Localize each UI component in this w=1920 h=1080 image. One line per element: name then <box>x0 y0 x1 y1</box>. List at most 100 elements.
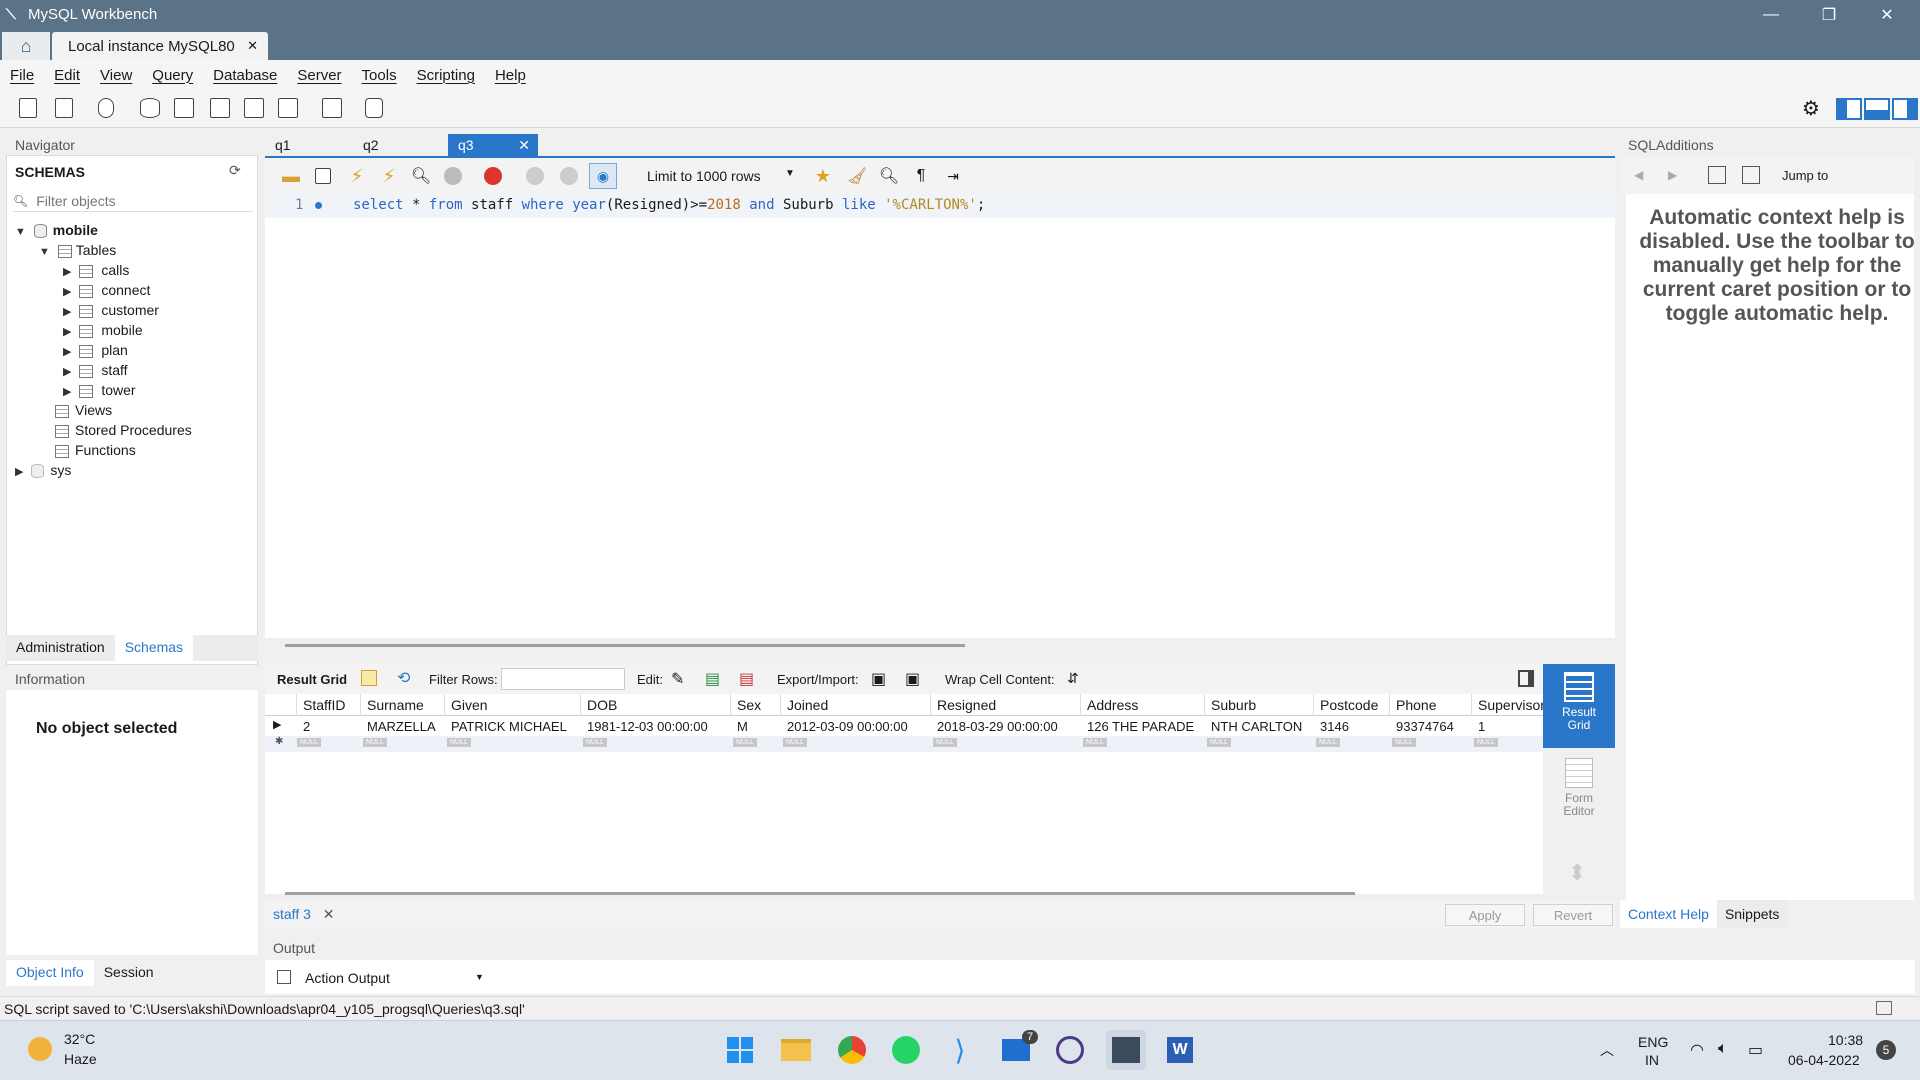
stop-icon[interactable] <box>439 163 467 189</box>
table-cell[interactable]: 126 THE PARADE <box>1081 719 1205 734</box>
editor-hscrollbar[interactable] <box>285 644 965 647</box>
new-row[interactable]: ✱ NULL NULL NULL NULL NULL NULL NULL NUL… <box>265 736 1543 752</box>
menu-edit[interactable]: Edit <box>54 67 80 84</box>
inspector-icon[interactable] <box>92 95 120 121</box>
output-selector[interactable]: Action Output <box>305 970 390 986</box>
result-grid-view-button[interactable]: Result Grid <box>1543 664 1615 748</box>
table-cell[interactable]: 2018-03-29 00:00:00 <box>931 719 1081 734</box>
collapse-arrow-icon[interactable]: ▶ <box>63 306 71 318</box>
collapse-arrow-icon[interactable]: ▶ <box>63 266 71 278</box>
tab-object-info[interactable]: Object Info <box>6 960 94 986</box>
filter-rows-input[interactable] <box>501 668 625 690</box>
grid-hscrollbar[interactable] <box>285 892 1355 895</box>
restore-icon[interactable]: ❐ <box>1800 0 1858 30</box>
tree-item-mobile[interactable]: ▼ mobile <box>15 222 98 239</box>
stop-on-error-icon[interactable] <box>479 163 507 189</box>
table-cell[interactable]: M <box>731 719 781 734</box>
refresh-icon[interactable]: ⟲ <box>397 668 410 688</box>
tab-administration[interactable]: Administration <box>6 635 115 661</box>
edge-dev-icon[interactable] <box>1050 1030 1090 1070</box>
word-icon[interactable]: W <box>1160 1030 1200 1070</box>
home-tab[interactable]: ⌂ <box>2 32 50 60</box>
tree-item-table[interactable]: ▶ connect <box>63 282 150 298</box>
column-header[interactable]: Sex <box>731 694 781 716</box>
menu-query[interactable]: Query <box>152 67 193 84</box>
table-cell[interactable]: 2012-03-09 00:00:00 <box>781 719 931 734</box>
create-procedure-icon[interactable] <box>240 95 268 121</box>
copy-icon[interactable] <box>277 970 291 984</box>
column-header[interactable]: Suburb <box>1205 694 1314 716</box>
menu-view[interactable]: View <box>100 67 132 84</box>
execute-current-icon[interactable]: ⚡ <box>375 163 403 189</box>
table-cell[interactable]: MARZELLA <box>361 719 445 734</box>
new-sql-tab-icon[interactable] <box>14 95 42 121</box>
menu-tools[interactable]: Tools <box>362 67 397 84</box>
create-view-icon[interactable] <box>206 95 234 121</box>
column-header[interactable]: Supervisor <box>1472 694 1543 716</box>
toggle-panel-icon[interactable] <box>1518 670 1534 687</box>
whatsapp-icon[interactable] <box>886 1030 926 1070</box>
tab-snippets[interactable]: Snippets <box>1716 900 1788 928</box>
weather-temp[interactable]: 32°C <box>64 1031 95 1047</box>
chevron-up-icon[interactable]: ︿ <box>1600 1040 1614 1060</box>
tree-item-table[interactable]: ▶ calls <box>63 262 129 278</box>
close-tab-icon[interactable]: ✕ <box>323 906 335 922</box>
column-header[interactable]: DOB <box>581 694 731 716</box>
column-header[interactable]: Address <box>1081 694 1205 716</box>
sql-editor[interactable]: 1 select * from staff where year(Resigne… <box>265 194 1615 647</box>
start-icon[interactable] <box>720 1030 760 1070</box>
menu-help[interactable]: Help <box>495 67 526 84</box>
tree-item-procedures[interactable]: Stored Procedures <box>55 422 192 438</box>
file-explorer-icon[interactable] <box>776 1030 816 1070</box>
expand-arrow-icon[interactable]: ▼ <box>39 246 50 258</box>
expand-arrow-icon[interactable]: ▼ <box>15 226 26 238</box>
grid-icon[interactable] <box>361 670 377 686</box>
connection-tab[interactable]: Local instance MySQL80 ✕ <box>52 32 268 60</box>
collapse-arrow-icon[interactable]: ▶ <box>63 366 71 378</box>
wrap-lines-icon[interactable]: ⇥ <box>939 163 967 189</box>
menu-file[interactable]: File <box>10 67 34 84</box>
collapse-arrow-icon[interactable]: ▶ <box>63 286 71 298</box>
language-code[interactable]: ENG <box>1638 1034 1668 1050</box>
create-schema-icon[interactable] <box>136 95 164 121</box>
create-table-icon[interactable] <box>170 95 198 121</box>
beautify-icon[interactable]: 🧹︎ <box>843 163 871 189</box>
search-table-data-icon[interactable] <box>318 95 346 121</box>
chevron-down-icon[interactable]: ▼ <box>785 168 795 179</box>
sql-statement[interactable]: select * from staff where year(Resigned)… <box>353 197 985 213</box>
column-header[interactable]: Surname <box>361 694 445 716</box>
apply-button[interactable]: Apply <box>1445 904 1525 926</box>
autocommit-icon[interactable]: ◉ <box>589 163 617 189</box>
wrap-cell-icon[interactable]: ⇵ <box>1067 670 1079 687</box>
rollback-icon[interactable] <box>555 163 583 189</box>
tree-item-table[interactable]: ▶ tower <box>63 382 136 398</box>
minimize-icon[interactable]: — <box>1742 0 1800 30</box>
create-function-icon[interactable] <box>274 95 302 121</box>
toggle-sidebar-icon[interactable] <box>1892 98 1918 120</box>
revert-button[interactable]: Revert <box>1533 904 1613 926</box>
tree-item-table[interactable]: ▶ mobile <box>63 322 143 338</box>
weather-sun-icon[interactable] <box>28 1037 52 1061</box>
tab-session[interactable]: Session <box>94 960 164 986</box>
toggle-navigator-icon[interactable] <box>1836 98 1862 120</box>
column-header[interactable]: Phone <box>1390 694 1472 716</box>
column-header[interactable]: Resigned <box>931 694 1081 716</box>
notification-badge[interactable]: 5 <box>1876 1040 1896 1060</box>
scroll-views-icon[interactable]: ⬍ <box>1568 860 1586 886</box>
manual-help-icon[interactable] <box>1708 166 1726 184</box>
open-file-icon[interactable]: ▬ <box>277 163 305 189</box>
clock-date[interactable]: 06-04-2022 <box>1788 1052 1860 1068</box>
table-cell[interactable]: 3146 <box>1314 719 1390 734</box>
collapse-arrow-icon[interactable]: ▶ <box>63 326 71 338</box>
limit-rows-select[interactable]: Limit to 1000 rows <box>647 168 761 184</box>
close-window-icon[interactable]: ✕ <box>1858 0 1916 30</box>
menu-scripting[interactable]: Scripting <box>417 67 475 84</box>
vscode-icon[interactable]: ⟩ <box>940 1030 980 1070</box>
save-icon[interactable] <box>309 163 337 189</box>
language-region[interactable]: IN <box>1645 1052 1659 1068</box>
mail-icon[interactable]: 7 <box>996 1030 1039 1070</box>
menu-database[interactable]: Database <box>213 67 277 84</box>
table-cell[interactable]: 2 <box>297 719 361 734</box>
tree-item-table[interactable]: ▶ customer <box>63 302 159 318</box>
jump-to-select[interactable]: Jump to <box>1782 168 1828 183</box>
